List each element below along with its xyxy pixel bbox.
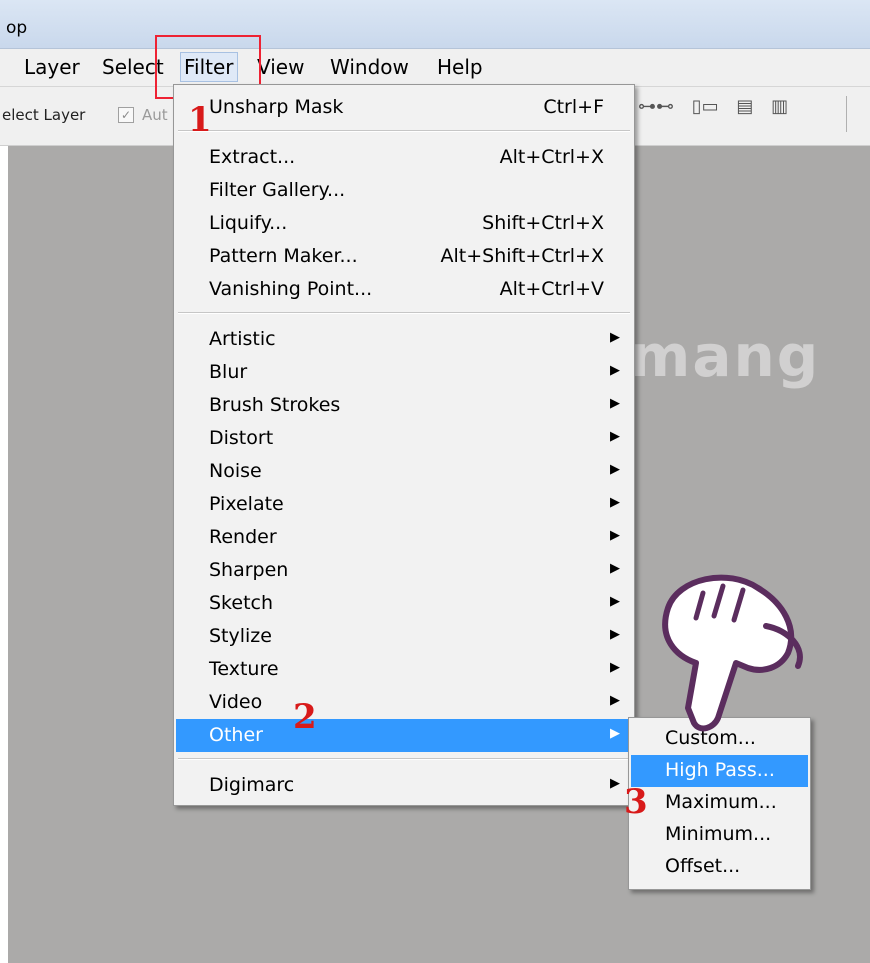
- filter-dropdown-menu: Unsharp Mask Ctrl+F Extract... Alt+Ctrl+X…: [173, 84, 635, 806]
- menu-item-noise[interactable]: Noise ▶: [176, 455, 632, 488]
- submenu-arrow-icon: ▶: [610, 776, 620, 791]
- submenu-item-high-pass[interactable]: High Pass...: [631, 755, 808, 787]
- submenu-arrow-icon: ▶: [610, 693, 620, 708]
- menu-item-sketch[interactable]: Sketch ▶: [176, 587, 632, 620]
- menu-window[interactable]: Window: [330, 55, 409, 79]
- window-title: op: [6, 18, 28, 38]
- align-icons: ⊶⊷ ▯▭ ▤ ▥: [638, 96, 800, 132]
- menu-item-unsharp-mask[interactable]: Unsharp Mask Ctrl+F: [176, 91, 632, 124]
- menu-separator: [178, 312, 630, 314]
- submenu-arrow-icon: ▶: [610, 660, 620, 675]
- submenu-arrow-icon: ▶: [610, 429, 620, 444]
- menu-item-sharpen[interactable]: Sharpen ▶: [176, 554, 632, 587]
- align-right-icon[interactable]: ▥: [771, 96, 788, 117]
- step-1-label: 1: [188, 100, 212, 140]
- submenu-arrow-icon: ▶: [610, 363, 620, 378]
- menu-help[interactable]: Help: [437, 55, 483, 79]
- distribute-icon[interactable]: ⊶⊷: [638, 96, 674, 117]
- menu-item-pixelate[interactable]: Pixelate ▶: [176, 488, 632, 521]
- submenu-item-maximum[interactable]: Maximum...: [631, 787, 808, 819]
- menu-item-blur[interactable]: Blur ▶: [176, 356, 632, 389]
- menu-item-pattern-maker[interactable]: Pattern Maker... Alt+Shift+Ctrl+X: [176, 240, 632, 273]
- submenu-item-offset[interactable]: Offset...: [631, 851, 808, 883]
- menu-separator: [178, 758, 630, 760]
- menu-item-texture[interactable]: Texture ▶: [176, 653, 632, 686]
- menu-item-liquify[interactable]: Liquify... Shift+Ctrl+X: [176, 207, 632, 240]
- step-3-label: 3: [624, 782, 648, 822]
- submenu-arrow-icon: ▶: [610, 528, 620, 543]
- pointing-hand-icon: [662, 574, 803, 732]
- submenu-item-minimum[interactable]: Minimum...: [631, 819, 808, 851]
- submenu-arrow-icon: ▶: [610, 726, 620, 741]
- align-left-icon[interactable]: ▯▭: [692, 96, 719, 117]
- submenu-arrow-icon: ▶: [610, 330, 620, 345]
- select-layer-label: elect Layer: [2, 106, 86, 124]
- step-2-label: 2: [293, 697, 317, 737]
- menu-item-vanishing-point[interactable]: Vanishing Point... Alt+Ctrl+V: [176, 273, 632, 306]
- menu-item-extract[interactable]: Extract... Alt+Ctrl+X: [176, 141, 632, 174]
- submenu-arrow-icon: ▶: [610, 561, 620, 576]
- submenu-arrow-icon: ▶: [610, 462, 620, 477]
- menu-item-distort[interactable]: Distort ▶: [176, 422, 632, 455]
- menu-item-artistic[interactable]: Artistic ▶: [176, 323, 632, 356]
- submenu-arrow-icon: ▶: [610, 495, 620, 510]
- align-center-icon[interactable]: ▤: [736, 96, 753, 117]
- menu-item-stylize[interactable]: Stylize ▶: [176, 620, 632, 653]
- auto-select-checkbox[interactable]: ✓: [118, 107, 134, 123]
- submenu-arrow-icon: ▶: [610, 594, 620, 609]
- toolbar-divider: [846, 96, 847, 132]
- menu-item-render[interactable]: Render ▶: [176, 521, 632, 554]
- submenu-arrow-icon: ▶: [610, 627, 620, 642]
- title-bar: op: [0, 0, 870, 49]
- menu-item-filter-gallery[interactable]: Filter Gallery...: [176, 174, 632, 207]
- menu-separator: [178, 130, 630, 132]
- menu-bar: Layer Select Filter View Window Help: [0, 49, 870, 87]
- menu-item-video[interactable]: Video ▶: [176, 686, 632, 719]
- menu-view[interactable]: View: [257, 55, 304, 79]
- submenu-arrow-icon: ▶: [610, 396, 620, 411]
- menu-item-other[interactable]: Other ▶: [176, 719, 632, 752]
- auto-select-label: Aut: [142, 106, 168, 124]
- menu-item-brush-strokes[interactable]: Brush Strokes ▶: [176, 389, 632, 422]
- menu-item-digimarc[interactable]: Digimarc ▶: [176, 769, 632, 802]
- menu-layer[interactable]: Layer: [24, 55, 80, 79]
